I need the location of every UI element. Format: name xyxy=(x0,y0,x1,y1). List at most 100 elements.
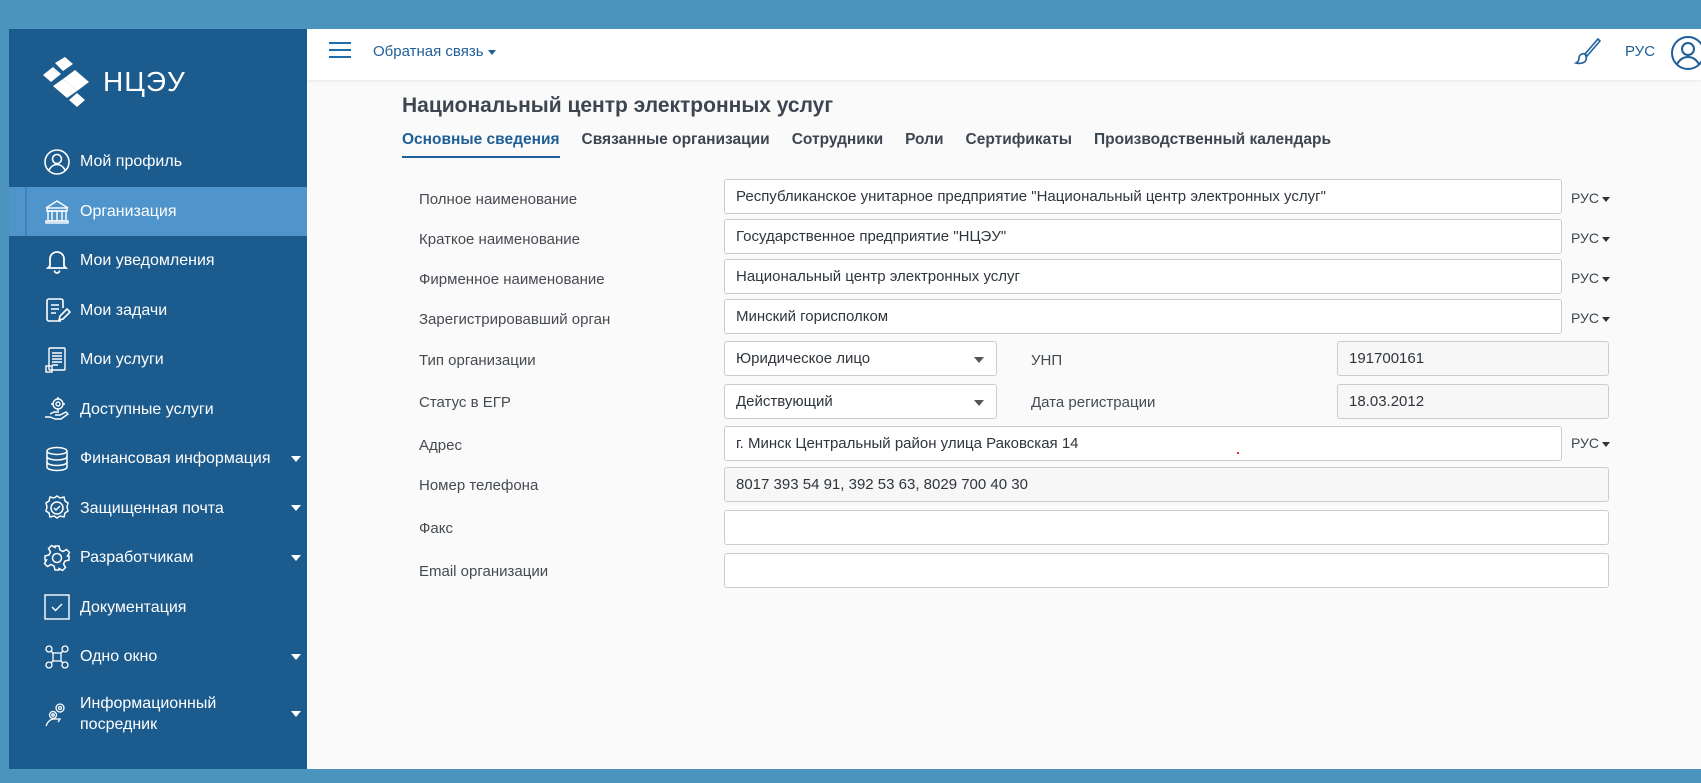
address-field[interactable]: г. Минск Центральный район улица Раковск… xyxy=(724,426,1562,461)
lang-label: РУС xyxy=(1571,310,1600,326)
lang-label: РУС xyxy=(1571,435,1600,451)
gear-icon xyxy=(42,543,72,573)
sidebar-item-developers[interactable]: Разработчикам xyxy=(9,533,307,583)
tab-certificates[interactable]: Сертификаты xyxy=(966,131,1073,158)
bell-icon xyxy=(42,246,72,276)
page-title: Национальный центр электронных услуг xyxy=(402,94,834,117)
egr-status-label: Статус в ЕГР xyxy=(419,394,511,411)
full-name-lang-dropdown[interactable]: РУС xyxy=(1571,190,1611,206)
cursor-mark xyxy=(1237,452,1239,454)
sidebar-item-label: Мой профиль xyxy=(80,153,183,171)
network-icon xyxy=(42,642,72,672)
sidebar-item-notifications[interactable]: Мои уведомления xyxy=(9,236,307,286)
sidebar: НЦЭУ Мой профиль Организация Мои уведомл… xyxy=(9,29,307,769)
unp-label: УНП xyxy=(1031,352,1063,369)
building-icon xyxy=(42,196,72,226)
shield-check-icon xyxy=(42,493,72,523)
sidebar-item-info-intermediary[interactable]: Информационный посредник xyxy=(9,682,307,746)
tab-related-orgs[interactable]: Связанные организации xyxy=(582,131,770,158)
lang-label: РУС xyxy=(1571,230,1600,246)
full-name-label: Полное наименование xyxy=(419,191,578,208)
fax-field[interactable] xyxy=(724,510,1609,545)
chevron-down-icon xyxy=(291,653,301,660)
chevron-down-icon xyxy=(291,505,301,512)
sidebar-item-secure-mail[interactable]: Защищенная почта xyxy=(9,484,307,534)
sidebar-item-label: Доступные услуги xyxy=(80,400,214,418)
phone-field[interactable]: 8017 393 54 91, 392 53 63, 8029 700 40 3… xyxy=(724,467,1609,502)
brand-name-field[interactable]: Национальный центр электронных услуг xyxy=(724,259,1562,294)
brand-name-lang-dropdown[interactable]: РУС xyxy=(1571,270,1611,286)
reg-date-label: Дата регистрации xyxy=(1031,394,1156,411)
sidebar-item-label: Мои уведомления xyxy=(80,252,215,270)
caret-down-icon xyxy=(1602,441,1611,447)
tab-basic-info[interactable]: Основные сведения xyxy=(402,131,560,158)
tab-production-calendar[interactable]: Производственный календарь xyxy=(1094,131,1331,158)
sidebar-item-my-services[interactable]: Мои услуги xyxy=(9,335,307,385)
sidebar-item-label: Мои задачи xyxy=(80,301,168,319)
caret-down-icon xyxy=(487,49,496,55)
language-switcher[interactable]: РУС xyxy=(1625,43,1655,60)
sidebar-item-tasks[interactable]: Мои задачи xyxy=(9,286,307,336)
checkbox-icon xyxy=(42,592,72,622)
tab-employees[interactable]: Сотрудники xyxy=(792,131,883,158)
org-type-label: Тип организации xyxy=(419,352,536,369)
hand-gear-icon xyxy=(42,394,72,424)
gears-hand-icon xyxy=(42,699,72,729)
task-edit-icon xyxy=(42,295,72,325)
caret-down-icon xyxy=(1602,316,1611,322)
sidebar-menu: Мой профиль Организация Мои уведомления … xyxy=(9,137,307,746)
unp-field[interactable]: 191700161 xyxy=(1337,341,1609,376)
brush-icon[interactable] xyxy=(1573,38,1603,68)
sidebar-item-label: Разработчикам xyxy=(80,549,194,567)
logo[interactable]: НЦЭУ xyxy=(39,57,186,107)
sidebar-item-label: Мои услуги xyxy=(80,351,164,369)
logo-icon xyxy=(43,57,89,107)
lang-label: РУС xyxy=(1571,270,1600,286)
app-window: НЦЭУ Мой профиль Организация Мои уведомл… xyxy=(9,29,1701,769)
caret-down-icon xyxy=(1602,196,1611,202)
reg-authority-lang-dropdown[interactable]: РУС xyxy=(1571,310,1611,326)
sidebar-item-financial[interactable]: Финансовая информация xyxy=(9,434,307,484)
reg-authority-field[interactable]: Минский горисполком xyxy=(724,299,1562,334)
sidebar-item-label: Одно окно xyxy=(80,648,158,666)
lang-label: РУС xyxy=(1571,190,1600,206)
user-circle-icon[interactable] xyxy=(1669,34,1701,72)
sidebar-item-available-services[interactable]: Доступные услуги xyxy=(9,385,307,435)
feedback-label: Обратная связь xyxy=(373,43,484,60)
user-circle-icon xyxy=(42,147,72,177)
short-name-field[interactable]: Государственное предприятие "НЦЭУ" xyxy=(724,219,1562,254)
database-icon xyxy=(42,444,72,474)
logo-text: НЦЭУ xyxy=(103,66,186,97)
caret-down-icon xyxy=(1602,236,1611,242)
short-name-label: Краткое наименование xyxy=(419,231,580,248)
sidebar-item-label: Информационный посредник xyxy=(80,694,217,733)
sidebar-item-label: Организация xyxy=(80,202,177,220)
sidebar-item-documentation[interactable]: Документация xyxy=(9,583,307,633)
full-name-field[interactable]: Республиканское унитарное предприятие "Н… xyxy=(724,179,1562,214)
document-list-icon xyxy=(42,345,72,375)
email-field[interactable] xyxy=(724,553,1609,588)
reg-authority-label: Зарегистрировавший орган xyxy=(419,311,611,328)
chevron-down-icon xyxy=(291,710,301,717)
sidebar-item-label: Документация xyxy=(80,598,187,616)
caret-down-icon xyxy=(1602,276,1611,282)
menu-icon[interactable] xyxy=(329,42,351,60)
sidebar-item-profile[interactable]: Мой профиль xyxy=(9,137,307,187)
phone-label: Номер телефона xyxy=(419,477,539,494)
fax-label: Факс xyxy=(419,520,453,537)
tab-roles[interactable]: Роли xyxy=(905,131,943,158)
chevron-down-icon xyxy=(291,455,301,462)
short-name-lang-dropdown[interactable]: РУС xyxy=(1571,230,1611,246)
tab-bar: Основные сведения Связанные организации … xyxy=(402,131,1331,158)
sidebar-item-label: Защищенная почта xyxy=(80,499,224,517)
org-type-select[interactable]: Юридическое лицо xyxy=(724,341,997,376)
address-lang-dropdown[interactable]: РУС xyxy=(1571,435,1611,451)
feedback-dropdown[interactable]: Обратная связь xyxy=(373,43,496,60)
brand-name-label: Фирменное наименование xyxy=(419,271,605,288)
address-label: Адрес xyxy=(419,437,462,454)
reg-date-field[interactable]: 18.03.2012 xyxy=(1337,384,1609,419)
egr-status-select[interactable]: Действующий xyxy=(724,384,997,419)
sidebar-item-one-window[interactable]: Одно окно xyxy=(9,632,307,682)
email-label: Email организации xyxy=(419,563,549,580)
sidebar-item-organization[interactable]: Организация xyxy=(9,186,307,236)
